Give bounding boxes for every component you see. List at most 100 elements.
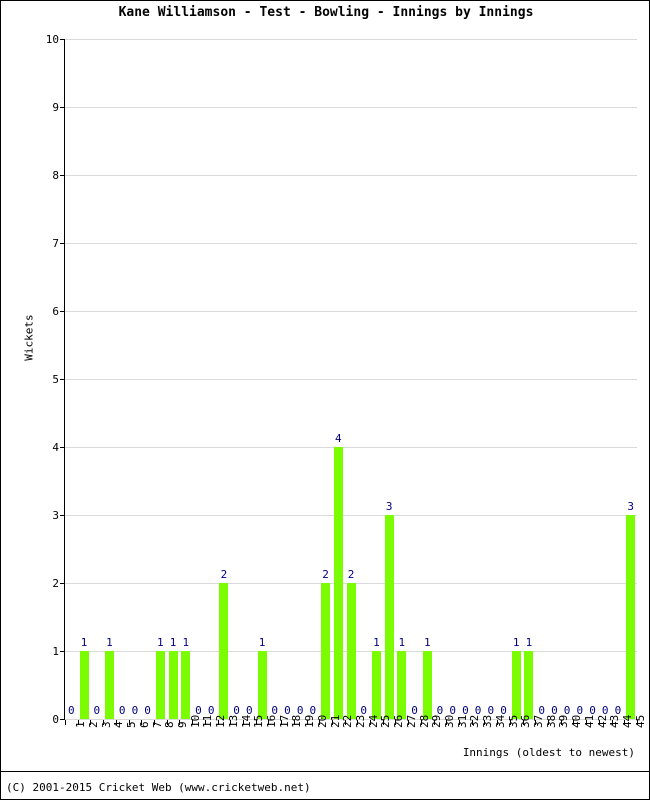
x-axis-tick-label: 2	[87, 721, 101, 728]
y-axis-tick-label: 10	[45, 33, 59, 46]
x-axis-tick-label: 35	[506, 714, 520, 728]
gridline	[65, 39, 637, 40]
gridline	[65, 447, 637, 448]
gridline	[65, 107, 637, 108]
x-axis-tick-label: 37	[531, 714, 545, 728]
y-axis-tick	[60, 447, 65, 448]
y-axis-tick	[60, 583, 65, 584]
x-axis-tick-label: 22	[341, 714, 355, 728]
bar-value-label: 3	[385, 500, 393, 513]
x-axis-tick-label: 10	[188, 714, 202, 728]
x-axis-tick-label: 38	[544, 714, 558, 728]
gridline	[65, 311, 637, 312]
bar[interactable]	[626, 515, 636, 719]
y-axis-tick	[60, 651, 65, 652]
y-axis-tick-label: 7	[52, 237, 59, 250]
y-axis-tick	[60, 243, 65, 244]
x-axis-tick-label: 11	[201, 714, 215, 728]
bar-value-label: 4	[334, 432, 342, 445]
x-axis-title: Innings (oldest to newest)	[462, 746, 635, 759]
x-axis-tick-label: 4	[112, 721, 126, 728]
x-axis-tick-label: 15	[252, 714, 266, 728]
y-axis-tick	[60, 379, 65, 380]
x-axis-tick-label: 42	[595, 714, 609, 728]
x-axis-tick	[65, 720, 66, 725]
copyright-text: (C) 2001-2015 Cricket Web (www.cricketwe…	[6, 781, 311, 794]
x-axis-tick-label: 12	[214, 714, 228, 728]
x-axis-tick-label: 7	[150, 721, 164, 728]
x-axis-tick-label: 32	[468, 714, 482, 728]
x-axis-tick-label: 20	[315, 714, 329, 728]
bar[interactable]	[168, 651, 178, 719]
bar[interactable]	[333, 447, 343, 719]
x-axis-tick-label: 13	[226, 714, 240, 728]
x-axis-tick-label: 18	[290, 714, 304, 728]
bar-value-label: 2	[347, 568, 355, 581]
x-axis-tick-label: 24	[366, 714, 380, 728]
bar-value-label: 3	[627, 500, 634, 513]
x-axis-tick-label: 43	[608, 714, 622, 728]
x-axis-tick-label: 19	[303, 714, 317, 728]
x-axis-tick-label: 27	[404, 714, 418, 728]
y-axis-tick	[60, 311, 65, 312]
y-axis-tick-label: 8	[52, 169, 59, 182]
x-axis-tick-label: 17	[277, 714, 291, 728]
x-axis-tick-label: 21	[328, 714, 342, 728]
bar[interactable]	[511, 651, 521, 719]
x-axis-tick-label: 31	[455, 714, 469, 728]
x-axis-tick-label: 1	[74, 721, 88, 728]
bar-value-label: 1	[398, 636, 406, 649]
bar-value-label: 1	[525, 636, 533, 649]
x-axis-tick-label: 16	[265, 714, 279, 728]
x-axis-tick-label: 26	[392, 714, 406, 728]
chart-title: Kane Williamson - Test - Bowling - Innin…	[118, 5, 534, 20]
x-axis-tick-label: 33	[481, 714, 495, 728]
x-axis-tick-label: 5	[125, 721, 139, 728]
y-axis-tick	[60, 39, 65, 40]
bar[interactable]	[219, 583, 229, 719]
y-axis-tick	[60, 175, 65, 176]
x-axis-tick-label: 14	[239, 714, 253, 728]
y-axis-title: Wickets	[22, 314, 36, 361]
bar-value-label: 1	[182, 636, 190, 649]
y-axis-tick-label: 1	[52, 645, 59, 658]
x-axis-tick-label: 36	[519, 714, 533, 728]
gridline	[65, 175, 637, 176]
x-axis-tick-label: 3	[99, 721, 113, 728]
x-axis-tick-label: 25	[379, 714, 393, 728]
x-axis-tick-label: 23	[354, 714, 367, 728]
x-axis-tick-label: 29	[430, 714, 444, 728]
bar[interactable]	[155, 651, 165, 719]
y-axis-tick-label: 9	[52, 101, 59, 114]
y-axis-tick-label: 4	[52, 441, 59, 454]
x-axis-tick-label: 40	[570, 714, 584, 728]
x-axis-tick-label: 41	[582, 714, 596, 728]
x-axis-tick-label: 8	[163, 721, 177, 728]
y-axis-tick-label: 2	[52, 577, 59, 590]
x-axis-tick-label: 9	[176, 721, 190, 728]
gridline	[65, 515, 637, 516]
bar-value-label: 1	[258, 636, 266, 649]
bar[interactable]	[371, 651, 381, 719]
y-axis-tick-label: 3	[52, 509, 59, 522]
bar-value-label: 1	[80, 636, 88, 649]
x-axis-tick-label: 45	[633, 714, 647, 728]
y-axis-tick	[60, 515, 65, 516]
gridline	[65, 243, 637, 244]
plot-area: 0101000111002001000024201310100000011000…	[60, 39, 637, 720]
footer-divider	[1, 771, 649, 772]
bar-value-label: 1	[423, 636, 431, 649]
x-axis-tick-label: 34	[493, 714, 507, 728]
gridline	[65, 379, 637, 380]
x-axis-tick-label: 6	[137, 721, 151, 728]
bar[interactable]	[384, 515, 394, 719]
chart-container: Kane Williamson - Test - Bowling - Innin…	[0, 0, 650, 800]
bar[interactable]	[346, 583, 356, 719]
bar[interactable]	[321, 583, 331, 719]
y-axis-tick	[60, 107, 65, 108]
x-axis-tick-label: 30	[442, 714, 456, 728]
bar-value-label: 2	[220, 568, 228, 581]
x-axis-tick-label: 39	[557, 714, 571, 728]
x-axis-tick-label: 28	[417, 714, 431, 728]
x-axis-tick-label: 44	[620, 714, 634, 728]
